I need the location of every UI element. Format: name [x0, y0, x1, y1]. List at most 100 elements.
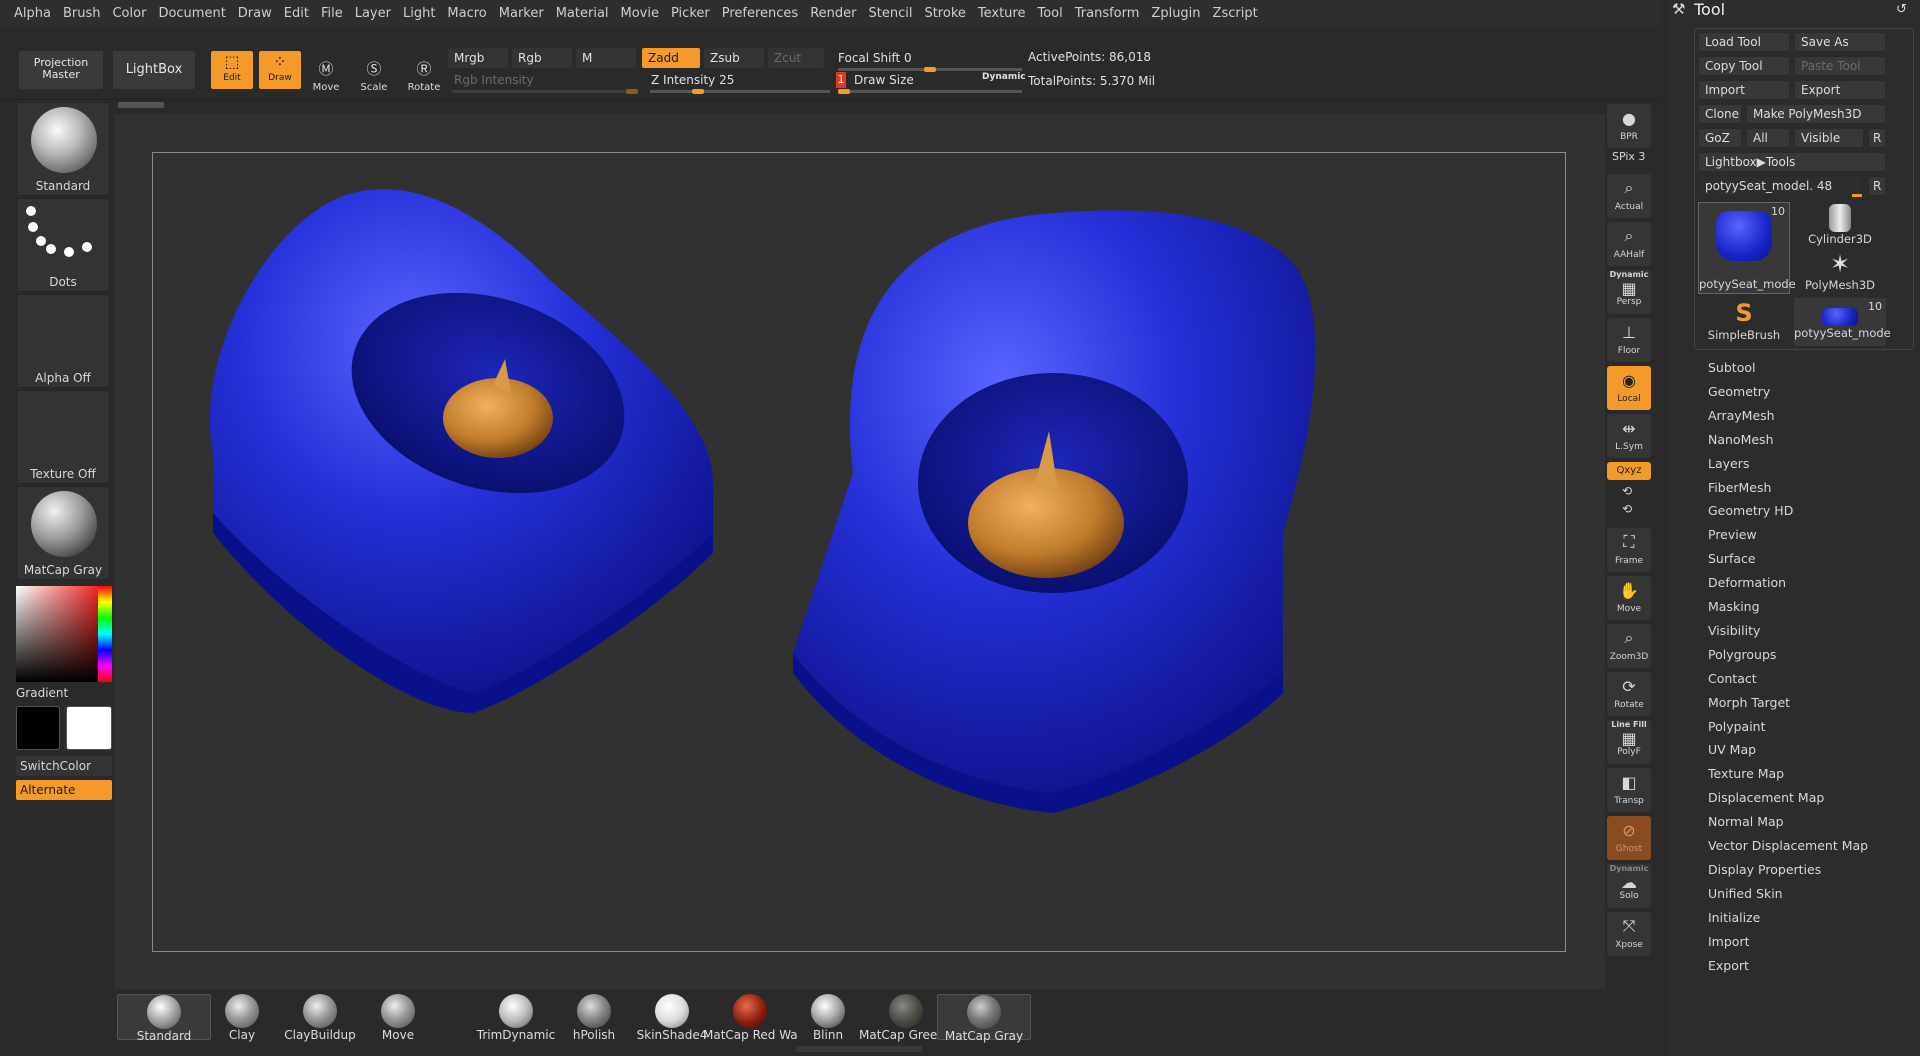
- menu-stencil[interactable]: Stencil: [868, 6, 912, 21]
- paste-tool-button[interactable]: Paste Tool: [1794, 56, 1886, 76]
- menu-alpha[interactable]: Alpha: [14, 6, 51, 21]
- subpalette-surface[interactable]: Surface: [1708, 551, 1756, 566]
- bpr-button[interactable]: ● BPR: [1607, 104, 1651, 148]
- menu-stroke[interactable]: Stroke: [924, 6, 965, 21]
- z-intensity-slider[interactable]: [650, 89, 830, 94]
- draw-size-slider[interactable]: [838, 89, 1022, 94]
- clone-button[interactable]: Clone: [1698, 104, 1742, 124]
- alpha-selector[interactable]: Alpha Off: [16, 294, 110, 388]
- subpalette-geometry[interactable]: Geometry: [1708, 384, 1770, 399]
- subpalette-geometry-hd[interactable]: Geometry HD: [1708, 503, 1793, 518]
- subpalette-uv-map[interactable]: UV Map: [1708, 742, 1756, 757]
- refresh-icon[interactable]: ↺: [1896, 2, 1907, 17]
- alternate-button[interactable]: Alternate: [16, 780, 112, 800]
- subpalette-initialize[interactable]: Initialize: [1708, 910, 1760, 925]
- actual-button[interactable]: ⌕ Actual: [1607, 174, 1651, 218]
- rotate-z-icon[interactable]: ⟲: [1622, 502, 1632, 516]
- menu-zplugin[interactable]: Zplugin: [1151, 6, 1200, 21]
- make-polymesh-button[interactable]: Make PolyMesh3D: [1746, 104, 1886, 124]
- subpalette-arraymesh[interactable]: ArrayMesh: [1708, 408, 1775, 423]
- subpalette-layers[interactable]: Layers: [1708, 456, 1749, 471]
- persp-button[interactable]: Dynamic ▦ Persp: [1607, 270, 1651, 314]
- frame-button[interactable]: ⛶ Frame: [1607, 528, 1651, 572]
- texture-selector[interactable]: Texture Off: [16, 390, 110, 484]
- menu-marker[interactable]: Marker: [499, 6, 544, 21]
- xpose-button[interactable]: ⤧ Xpose: [1607, 912, 1651, 956]
- subpalette-deformation[interactable]: Deformation: [1708, 575, 1786, 590]
- menu-zscript[interactable]: Zscript: [1213, 6, 1258, 21]
- subpalette-display-properties[interactable]: Display Properties: [1708, 862, 1821, 877]
- xyz-button[interactable]: Qxyz: [1607, 462, 1651, 480]
- m-button[interactable]: M: [576, 48, 636, 68]
- move-view-button[interactable]: ✋ Move: [1607, 576, 1651, 620]
- subpalette-unified-skin[interactable]: Unified Skin: [1708, 886, 1783, 901]
- menu-draw[interactable]: Draw: [238, 6, 272, 21]
- lightbox-button[interactable]: LightBox: [112, 50, 196, 90]
- scale-mode-button[interactable]: Ⓢ Scale: [352, 52, 396, 96]
- menu-layer[interactable]: Layer: [355, 6, 391, 21]
- brush-selector[interactable]: Standard: [16, 102, 110, 196]
- subpalette-subtool[interactable]: Subtool: [1708, 360, 1755, 375]
- current-tool-slider[interactable]: potyySeat_model. 48: [1698, 176, 1862, 196]
- subpalette-import[interactable]: Import: [1708, 934, 1750, 949]
- load-tool-button[interactable]: Load Tool: [1698, 32, 1790, 52]
- spix-slider[interactable]: SPix 3: [1612, 150, 1645, 163]
- mrgb-button[interactable]: Mrgb: [448, 48, 508, 68]
- subpalette-preview[interactable]: Preview: [1708, 527, 1757, 542]
- current-tool-slider-knob[interactable]: [1852, 194, 1862, 197]
- menu-macro[interactable]: Macro: [447, 6, 486, 21]
- secondary-color-swatch[interactable]: [16, 706, 60, 750]
- switch-color-button[interactable]: SwitchColor: [16, 756, 112, 776]
- goz-visible-button[interactable]: Visible: [1794, 128, 1864, 148]
- subpalette-displacement-map[interactable]: Displacement Map: [1708, 790, 1824, 805]
- goz-r-button[interactable]: R: [1868, 128, 1886, 148]
- subpalette-visibility[interactable]: Visibility: [1708, 623, 1760, 638]
- menu-edit[interactable]: Edit: [284, 6, 309, 21]
- goz-all-button[interactable]: All: [1746, 128, 1790, 148]
- rotate-view-button[interactable]: ⟳ Rotate: [1607, 672, 1651, 716]
- subpalette-contact[interactable]: Contact: [1708, 671, 1757, 686]
- subpalette-vector-displacement-map[interactable]: Vector Displacement Map: [1708, 838, 1868, 853]
- tool-tile-simplebrush[interactable]: S SimpleBrush: [1698, 298, 1790, 346]
- transp-button[interactable]: ◧ Transp: [1607, 768, 1651, 812]
- menu-render[interactable]: Render: [810, 6, 856, 21]
- goz-button[interactable]: GoZ: [1698, 128, 1742, 148]
- solo-button[interactable]: Dynamic ☁ Solo: [1607, 864, 1651, 908]
- tool-tile-potty-2[interactable]: 10 potyySeat_mode: [1794, 298, 1891, 346]
- shelf-item-matcap-gray[interactable]: MatCap Gray: [937, 994, 1031, 1043]
- move-mode-button[interactable]: Ⓜ Move: [304, 52, 348, 96]
- tool-import-button[interactable]: Import: [1698, 80, 1790, 100]
- subpalette-fibermesh[interactable]: FiberMesh: [1708, 480, 1771, 495]
- menu-tool[interactable]: Tool: [1037, 6, 1062, 21]
- subpalette-export[interactable]: Export: [1708, 958, 1749, 973]
- rgb-intensity-slider[interactable]: [452, 89, 638, 94]
- rotate-mode-button[interactable]: Ⓡ Rotate: [402, 52, 446, 96]
- subpalette-masking[interactable]: Masking: [1708, 599, 1760, 614]
- menu-light[interactable]: Light: [403, 6, 435, 21]
- draw-size-lock[interactable]: 1: [836, 72, 846, 88]
- menu-brush[interactable]: Brush: [63, 6, 101, 21]
- zoom3d-button[interactable]: ⌕ Zoom3D: [1607, 624, 1651, 668]
- menu-transform[interactable]: Transform: [1075, 6, 1140, 21]
- tool-tile-polymesh[interactable]: ✶ PolyMesh3D: [1794, 250, 1886, 296]
- lightbox-tools-button[interactable]: Lightbox▶Tools: [1698, 152, 1886, 172]
- subpalette-nanomesh[interactable]: NanoMesh: [1708, 432, 1774, 447]
- menu-document[interactable]: Document: [158, 6, 225, 21]
- aahalf-button[interactable]: ⌕ AAHalf: [1607, 222, 1651, 266]
- subpalette-morph-target[interactable]: Morph Target: [1708, 695, 1790, 710]
- ghost-button[interactable]: ⊘ Ghost: [1607, 816, 1651, 860]
- document-viewport[interactable]: [152, 152, 1566, 952]
- subpalette-texture-map[interactable]: Texture Map: [1708, 766, 1784, 781]
- subpalette-polypaint[interactable]: Polypaint: [1708, 719, 1766, 734]
- rotate-y-icon[interactable]: ⟲: [1622, 484, 1632, 498]
- save-as-button[interactable]: Save As: [1794, 32, 1886, 52]
- toolbar-scroll-handle[interactable]: [118, 102, 164, 108]
- projection-master-button[interactable]: Projection Master: [18, 50, 104, 90]
- dynamic-size-toggle[interactable]: Dynamic: [982, 72, 1026, 82]
- tool-r-button[interactable]: R: [1868, 176, 1886, 196]
- material-selector[interactable]: MatCap Gray: [16, 486, 110, 580]
- hue-strip[interactable]: [98, 586, 112, 682]
- shelf-item-move[interactable]: Move: [351, 994, 445, 1042]
- tool-tile-cylinder[interactable]: Cylinder3D: [1794, 202, 1886, 248]
- menu-preferences[interactable]: Preferences: [722, 6, 798, 21]
